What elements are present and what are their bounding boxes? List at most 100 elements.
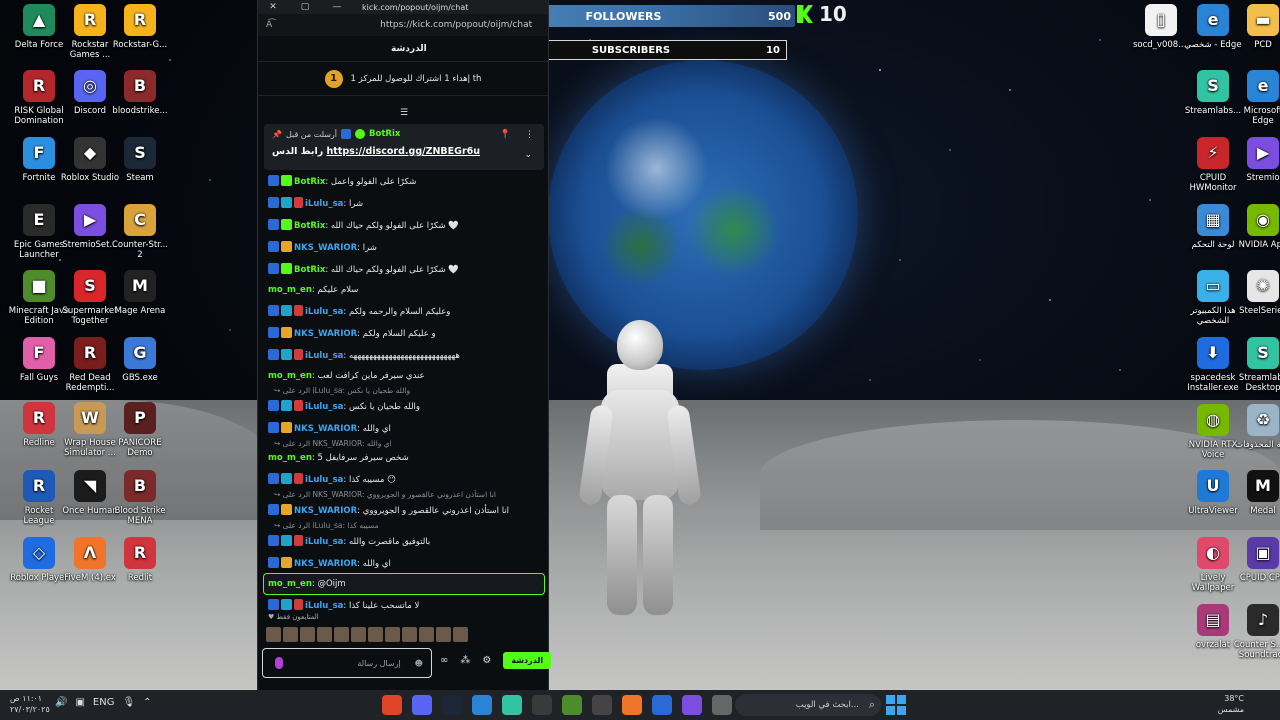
emoji-icon[interactable]: ☻ (415, 659, 423, 668)
desktop-icon[interactable]: M Mage Arena (109, 270, 171, 316)
emote[interactable] (351, 627, 366, 642)
chat-username[interactable]: mo_m_en (268, 285, 312, 295)
users-icon[interactable]: ⁂ (460, 655, 470, 666)
desktop-icon[interactable]: ♻ سلة المحذوفات (1232, 404, 1280, 450)
taskbar-edge-icon[interactable] (472, 695, 492, 715)
speaker-icon[interactable]: 🔊 (55, 697, 67, 708)
chat-message[interactable]: mo_m_en: شخص سيرفر سرفايفل 5 (264, 448, 544, 468)
desktop-icon[interactable]: Bbloodstrike... (109, 70, 171, 116)
emote[interactable] (334, 627, 349, 642)
chat-message[interactable]: NKS_WARIOR: اي والله (264, 552, 544, 574)
chat-message[interactable]: mo_m_en: عندي سيرفر ماين كرافت لعب (264, 366, 544, 386)
filter-lines-icon[interactable]: ☰ (400, 108, 408, 118)
chat-username[interactable]: NKS_WARIOR (294, 424, 357, 434)
taskbar-settings-icon[interactable] (592, 695, 612, 715)
emote[interactable] (266, 627, 281, 642)
desktop-icon[interactable]: ▬ PCD (1232, 4, 1280, 50)
taskbar-streamlabs-icon[interactable] (502, 695, 522, 715)
chat-username[interactable]: iLulu_sa (305, 601, 343, 611)
desktop-icon[interactable]: R Redlit (109, 537, 171, 583)
chat-username[interactable]: NKS_WARIOR (294, 329, 357, 339)
chat-username[interactable]: iLulu_sa (305, 537, 343, 547)
reply-reference[interactable]: ↪ الرد على NKS_WARIOR: انا استأذن اعذرون… (264, 490, 544, 499)
network-icon[interactable]: ▣ (75, 697, 84, 708)
chat-username[interactable]: iLulu_sa (305, 475, 343, 485)
unpin-icon[interactable]: 📍 (500, 130, 511, 140)
taskbar-store-icon[interactable] (652, 695, 672, 715)
desktop-icon[interactable]: P PANICORE Demo (109, 402, 171, 458)
emote[interactable] (385, 627, 400, 642)
pinned-author[interactable]: BotRix (369, 129, 400, 139)
send-chat-button[interactable]: الدردشة (503, 652, 552, 669)
desktop-icon[interactable]: B Blood Strike MENA (109, 470, 171, 526)
url-text[interactable]: https://kick.com/popout/oijm/chat (380, 20, 532, 30)
chevron-up-icon[interactable]: ⌃ (143, 697, 151, 708)
sub-goal-banner[interactable]: 1 إهداء 1 اشتراك للوصول للمركز 1 th (258, 62, 548, 96)
chat-message[interactable]: BotRix: شكرًا على الفولو واعمل (264, 170, 544, 192)
chat-input[interactable]: إرسال رسالة ☻ (262, 648, 432, 678)
desktop-icon[interactable]: G GBS.exe (109, 337, 171, 383)
desktop-icon[interactable]: ▶ Stremio (1232, 137, 1280, 183)
chat-message[interactable]: BotRix: شكرًا على الفولو ولكم حياك الله … (264, 214, 544, 236)
emote[interactable] (436, 627, 451, 642)
desktop-icon[interactable]: ✺ SteelSeries (1232, 270, 1280, 316)
gear-icon[interactable]: ⚙ (482, 655, 491, 666)
emote[interactable] (300, 627, 315, 642)
chat-message[interactable]: iLulu_sa: هههههههههههههههههههههههههههه (264, 344, 544, 366)
reply-reference[interactable]: ↪ الرد على iLulu_sa: مسيبه كذا (264, 521, 544, 530)
desktop-icon[interactable]: e Microsoft Edge (1232, 70, 1280, 126)
chat-username[interactable]: mo_m_en (268, 371, 312, 381)
chat-username[interactable]: iLulu_sa (305, 351, 343, 361)
emote[interactable] (317, 627, 332, 642)
maximize-icon[interactable]: ▢ (298, 2, 312, 12)
chat-message[interactable]: mo_m_en: سلام عليكم (264, 280, 544, 300)
taskbar-app-icon[interactable] (382, 695, 402, 715)
chat-message[interactable]: iLulu_sa: بالتوفيق ماقصرت والله (264, 530, 544, 552)
taskbar-taskview-icon[interactable] (712, 695, 732, 715)
chat-message[interactable]: iLulu_sa: والله طحيان يا نكس (264, 395, 544, 417)
emote[interactable] (453, 627, 468, 642)
more-options-icon[interactable]: ⋮ (525, 130, 534, 140)
mic-tray-icon[interactable]: 🎙 (122, 697, 135, 708)
chat-message[interactable]: NKS_WARIOR: شرا (264, 236, 544, 258)
taskbar-search[interactable]: ابحث في الويب... ⌕ (735, 694, 881, 716)
chat-username[interactable]: iLulu_sa (305, 199, 343, 209)
microphone-icon[interactable] (275, 657, 283, 669)
chat-message[interactable]: iLulu_sa: شرا (264, 192, 544, 214)
desktop-icon[interactable]: ▣ CPUID CPU (1232, 537, 1280, 583)
minimize-icon[interactable]: — (330, 2, 344, 12)
emote[interactable] (368, 627, 383, 642)
desktop-icon[interactable]: ◉ NVIDIA App (1232, 204, 1280, 250)
taskbar-copilot-icon[interactable] (682, 695, 702, 715)
chat-message[interactable]: mo_m_en: @Oijm (263, 573, 545, 595)
chat-username[interactable]: BotRix (294, 265, 325, 275)
chat-message[interactable]: NKS_WARIOR: و عليكم السلام ولكم (264, 322, 544, 344)
desktop-icon[interactable]: M Medal (1232, 470, 1280, 516)
clock[interactable]: ١١:٠١ ص ٢٧/٠٣/٢٠٢٥ (10, 693, 50, 715)
desktop-icon[interactable]: S Streamlabs Desktop (1232, 337, 1280, 393)
taskbar-fivem-icon[interactable] (622, 695, 642, 715)
chat-username[interactable]: NKS_WARIOR (294, 506, 357, 516)
taskbar-discord-icon[interactable] (412, 695, 432, 715)
start-button[interactable] (886, 695, 906, 715)
chat-message[interactable]: iLulu_sa: مسيبه كذا 😶 (264, 468, 544, 490)
weather-widget[interactable]: 38°C مشمس (1218, 693, 1244, 715)
emote[interactable] (283, 627, 298, 642)
discord-link[interactable]: https://discord.gg/ZNBEGr6u (327, 146, 481, 157)
chat-message[interactable]: iLulu_sa: وعليكم السلام والرحمه ولكم (264, 300, 544, 322)
taskbar-epic-icon[interactable] (532, 695, 552, 715)
chat-message[interactable]: NKS_WARIOR: اي والله (264, 417, 544, 439)
emote[interactable] (402, 627, 417, 642)
emote[interactable] (419, 627, 434, 642)
taskbar-steam-icon[interactable] (442, 695, 462, 715)
reply-reference[interactable]: ↪ الرد على iLulu_sa: والله طحيان يا نكس (264, 386, 544, 395)
close-icon[interactable]: ✕ (266, 2, 280, 12)
chat-username[interactable]: mo_m_en (268, 579, 312, 589)
desktop-icon[interactable]: ♪ Counter S... 2 Soundtrack (1232, 604, 1280, 660)
infinity-icon[interactable]: ∞ (440, 655, 448, 666)
desktop-icon[interactable]: R Rockstar-G... (109, 4, 171, 50)
chevron-down-icon[interactable]: ⌄ (524, 150, 532, 160)
reply-reference[interactable]: ↪ الرد على NKS_WARIOR: اي والله (264, 439, 544, 448)
chat-username[interactable]: iLulu_sa (305, 402, 343, 412)
desktop-icon[interactable]: C Counter-Str... 2 (109, 204, 171, 260)
